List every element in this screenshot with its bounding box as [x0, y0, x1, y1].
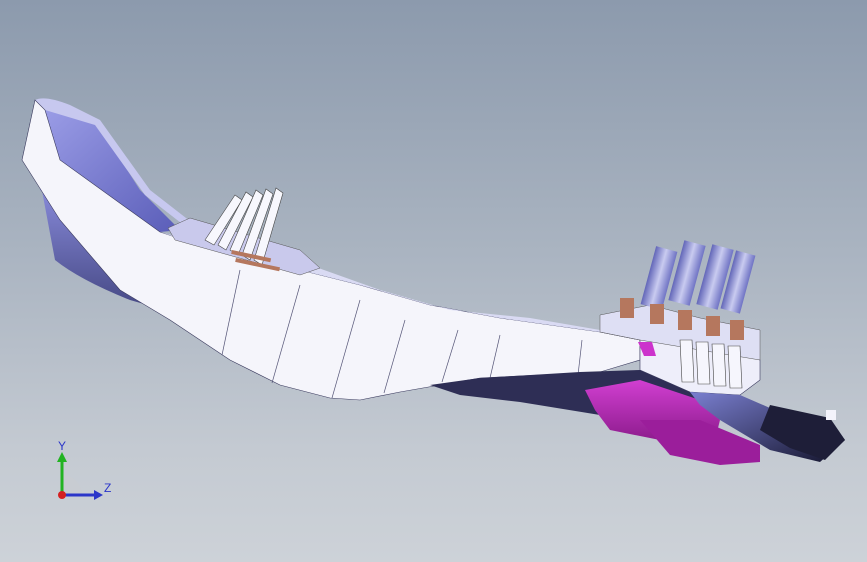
y-arrow-icon [57, 452, 67, 462]
coordinate-triad: Y Z [57, 439, 111, 500]
triad-quarter-disc [62, 475, 82, 495]
tip-marker [826, 410, 836, 420]
z-axis-label: Z [104, 481, 111, 495]
3d-model[interactable] [0, 0, 867, 562]
x-axis-dot-icon [58, 491, 66, 499]
z-arrow-icon [94, 490, 103, 500]
cad-viewport[interactable]: Y Z [0, 0, 867, 562]
y-axis-label: Y [58, 439, 66, 453]
